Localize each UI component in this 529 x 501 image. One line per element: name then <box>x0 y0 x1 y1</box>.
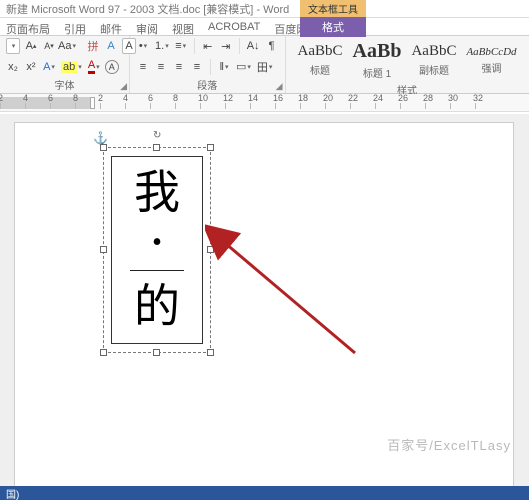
ruler-tick <box>100 103 125 109</box>
tab-mailings[interactable]: 邮件 <box>100 21 122 37</box>
ruler-tick <box>25 103 50 109</box>
superscript-button[interactable]: x² <box>24 59 38 75</box>
increase-indent-button[interactable]: ⇥ <box>219 38 233 54</box>
decrease-indent-button[interactable]: ⇤ <box>201 38 215 54</box>
anchor-icon: ⚓ <box>93 131 108 145</box>
font-size-dropdown[interactable]: ▾ <box>6 38 20 54</box>
text-line-divider <box>130 270 183 271</box>
resize-handle-bottom-mid[interactable] <box>153 349 160 356</box>
ruler-tick <box>475 103 500 109</box>
clear-format-button[interactable]: A <box>104 38 118 54</box>
subscript-button[interactable]: x₂ <box>6 59 20 75</box>
align-right-button[interactable]: ≡ <box>172 59 186 75</box>
ruler-tick <box>75 103 100 109</box>
text-effects-button[interactable]: A▾ <box>42 59 56 75</box>
ribbon: ▾ A▴ A▾ Aa▾ 拼 A A x₂ x² A▾ ab▾ A▾ A 字体 ◢… <box>0 36 529 94</box>
page[interactable]: ⚓ ↻ 我 • 的 <box>14 122 514 486</box>
resize-handle-top-mid[interactable] <box>153 144 160 151</box>
shading-button[interactable]: ▭▾ <box>235 59 252 75</box>
borders-button[interactable]: 田▾ <box>256 59 274 75</box>
ruler-tick <box>375 103 400 109</box>
sort-button[interactable]: A↓ <box>246 38 261 54</box>
multilevel-button[interactable]: ≡▾ <box>174 38 188 54</box>
document-area: ⚓ ↻ 我 • 的 百家号 <box>0 114 529 486</box>
ruler-tick <box>450 103 475 109</box>
text-dot: • <box>152 229 162 257</box>
ruler-tick <box>250 103 275 109</box>
group-paragraph: •▾ 1.▾ ≡▾ ⇤ ⇥ A↓ ¶ ≡ ≡ ≡ ≡ ‖▾ ▭▾ 田▾ 段落 ◢ <box>130 36 286 93</box>
ribbon-tabs: 页面布局 引用 邮件 审阅 视图 ACROBAT 百度网盘 <box>0 18 529 36</box>
ruler-tick <box>300 103 325 109</box>
style-item-emphasis[interactable]: AaBbCcDd 强调 <box>466 46 516 75</box>
phonetic-guide-button[interactable]: 拼 <box>86 38 100 54</box>
tab-review[interactable]: 审阅 <box>136 21 158 37</box>
style-item-subtitle[interactable]: AaBbC 副标题 <box>411 43 456 77</box>
tab-page-layout[interactable]: 页面布局 <box>6 21 50 37</box>
group-label-paragraph: 段落 <box>136 77 279 92</box>
resize-handle-bottom-left[interactable] <box>100 349 107 356</box>
shrink-font-button[interactable]: A▾ <box>42 38 56 54</box>
paragraph-dialog-launcher-icon[interactable]: ◢ <box>276 81 283 92</box>
status-language[interactable]: 国) <box>6 486 19 501</box>
status-bar: 国) <box>0 486 529 500</box>
resize-handle-top-right[interactable] <box>207 144 214 151</box>
resize-handle-mid-right[interactable] <box>207 246 214 253</box>
align-left-button[interactable]: ≡ <box>136 59 150 75</box>
group-font: ▾ A▴ A▾ Aa▾ 拼 A A x₂ x² A▾ ab▾ A▾ A 字体 ◢ <box>0 36 130 93</box>
chevron-down-icon: ▾ <box>12 42 16 50</box>
ruler-tick <box>175 103 200 109</box>
tab-view[interactable]: 视图 <box>172 21 194 37</box>
highlight-button[interactable]: ab▾ <box>60 59 83 75</box>
group-styles: AaBbC 标题 AaBb 标题 1 AaBbC 副标题 AaBbCcDd 强调… <box>286 36 529 93</box>
contextual-tab-format[interactable]: 格式 <box>300 17 366 37</box>
line-spacing-button[interactable]: ‖▾ <box>217 59 231 75</box>
text-line-2: 的 <box>134 284 180 330</box>
style-item-heading1[interactable]: AaBb 标题 1 <box>353 40 402 80</box>
ruler-tick <box>325 103 350 109</box>
align-center-button[interactable]: ≡ <box>154 59 168 75</box>
enclose-char-button[interactable]: A <box>105 60 119 74</box>
contextual-tab-group: 文本框工具 格式 <box>300 0 366 37</box>
text-line-1: 我 <box>134 170 180 216</box>
ruler-tick <box>400 103 425 109</box>
ruler-tick <box>425 103 450 109</box>
horizontal-ruler[interactable] <box>0 94 529 112</box>
ruler-tick <box>225 103 250 109</box>
tab-references[interactable]: 引用 <box>64 21 86 37</box>
justify-button[interactable]: ≡ <box>190 59 204 75</box>
style-gallery[interactable]: AaBbC 标题 AaBb 标题 1 AaBbC 副标题 AaBbCcDd 强调 <box>292 38 523 82</box>
group-label-font: 字体 <box>6 77 123 92</box>
resize-handle-mid-left[interactable] <box>100 246 107 253</box>
ruler-tick <box>350 103 375 109</box>
annotation-arrow-icon <box>205 223 375 373</box>
text-box-content[interactable]: 我 • 的 <box>111 156 202 344</box>
ruler-tick <box>150 103 175 109</box>
contextual-group-title: 文本框工具 <box>300 0 366 17</box>
grow-font-button[interactable]: A▴ <box>24 38 38 54</box>
resize-handle-top-left[interactable] <box>100 144 107 151</box>
text-box[interactable]: ↻ 我 • 的 <box>103 147 211 353</box>
title-bar: 新建 Microsoft Word 97 - 2003 文档.doc [兼容模式… <box>0 0 529 18</box>
bullets-button[interactable]: •▾ <box>136 38 150 54</box>
ruler-tick <box>125 103 150 109</box>
tab-acrobat[interactable]: ACROBAT <box>208 21 260 33</box>
font-color-button[interactable]: A▾ <box>87 59 101 75</box>
ruler-tick <box>275 103 300 109</box>
ruler-tick <box>200 103 225 109</box>
window-title: 新建 Microsoft Word 97 - 2003 文档.doc [兼容模式… <box>6 1 289 17</box>
numbering-button[interactable]: 1.▾ <box>154 38 170 54</box>
style-item-title[interactable]: AaBbC 标题 <box>298 43 343 77</box>
watermark-text: 百家号/ExcelTLasy <box>387 435 511 454</box>
font-dialog-launcher-icon[interactable]: ◢ <box>120 81 127 92</box>
resize-handle-bottom-right[interactable] <box>207 349 214 356</box>
ruler-tick <box>50 103 75 109</box>
ruler-tick <box>0 103 25 109</box>
change-case-button[interactable]: Aa▾ <box>60 38 74 54</box>
show-marks-button[interactable]: ¶ <box>265 38 279 54</box>
rotate-handle-icon[interactable]: ↻ <box>153 130 161 141</box>
